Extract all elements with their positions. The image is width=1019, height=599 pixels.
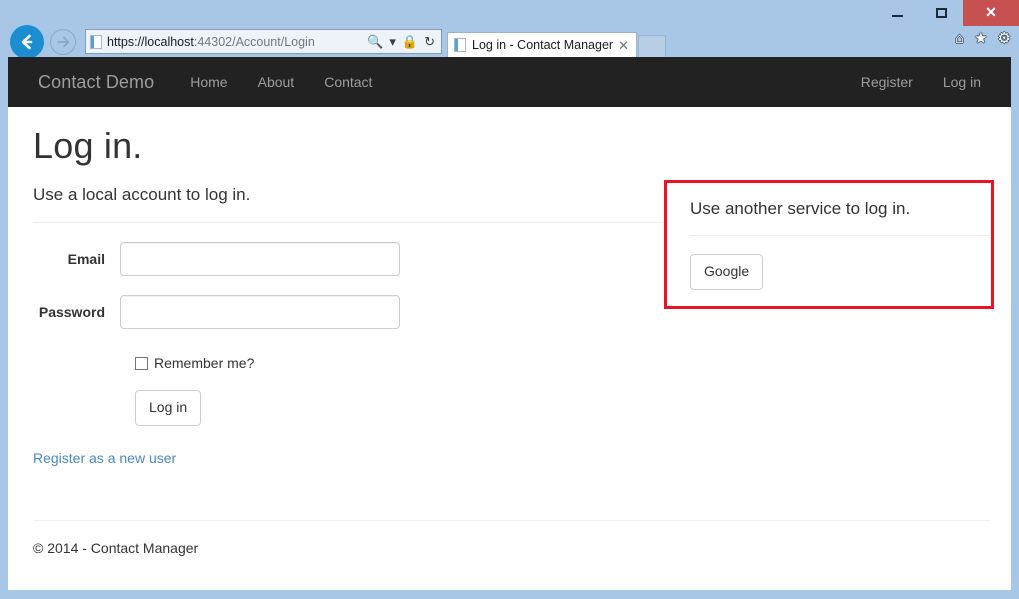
minimize-button[interactable]	[875, 0, 919, 26]
title-bar: ✕	[0, 0, 1019, 26]
page-footer: © 2014 - Contact Manager	[8, 521, 1011, 556]
tab-strip: Log in - Contact Manager ✕	[447, 29, 666, 57]
page-viewport: Contact Demo Home About Contact Register…	[8, 57, 1011, 590]
footer-spacer	[33, 468, 991, 520]
maximize-button[interactable]	[919, 0, 963, 26]
favorites-star-icon[interactable]: ★	[974, 31, 987, 46]
browser-toolbar-icons: ⌂ ★ ⚙	[955, 31, 1011, 46]
site-nav-right-links: Register Log in	[846, 57, 996, 107]
settings-gear-icon[interactable]: ⚙	[998, 31, 1011, 46]
lock-icon[interactable]: 🔒	[402, 35, 418, 48]
register-new-user-link[interactable]: Register as a new user	[33, 450, 176, 466]
page-container: Log in. Use a local account to log in. E…	[8, 125, 1011, 520]
login-submit-button[interactable]: Log in	[135, 390, 202, 426]
nav-link-register[interactable]: Register	[846, 57, 928, 107]
address-bar-icons: 🔍 ▾ 🔒 ↻	[367, 35, 441, 48]
local-login-divider	[33, 222, 665, 223]
url-host: https://localhost	[107, 34, 194, 49]
address-bar[interactable]: https://localhost:44302/Account/Login 🔍 …	[85, 29, 442, 54]
password-label: Password	[38, 304, 105, 320]
back-arrow-icon	[21, 34, 33, 50]
close-icon: ✕	[985, 4, 997, 20]
home-icon[interactable]: ⌂	[955, 31, 964, 46]
site-brand[interactable]: Contact Demo	[23, 72, 169, 93]
nav-link-home[interactable]: Home	[175, 57, 242, 107]
forward-button[interactable]	[50, 29, 76, 55]
login-row: Use a local account to log in. Email Pas…	[33, 180, 994, 468]
external-provider-row: Google	[690, 254, 1006, 290]
url-path: :44302/Account/Login	[193, 34, 315, 49]
external-login-heading: Use another service to log in.	[690, 199, 911, 218]
page-favicon-icon	[90, 34, 102, 49]
google-login-button[interactable]: Google	[690, 254, 764, 290]
browser-chrome: https://localhost:44302/Account/Login 🔍 …	[0, 25, 1019, 59]
tab-title: Log in - Contact Manager	[472, 38, 614, 52]
tab-favicon-icon	[454, 38, 466, 52]
password-field[interactable]	[120, 295, 400, 329]
local-login-heading: Use a local account to log in.	[33, 185, 251, 204]
footer-copyright: © 2014 - Contact Manager	[33, 539, 199, 556]
window-controls: ✕	[875, 0, 1019, 26]
site-nav-links: Home About Contact	[175, 57, 387, 107]
refresh-icon[interactable]: ↻	[424, 35, 435, 48]
url-text: https://localhost:44302/Account/Login	[107, 35, 367, 49]
new-tab-button[interactable]	[638, 35, 666, 57]
tab-close-icon[interactable]: ✕	[615, 39, 632, 52]
tab-login-contact-manager[interactable]: Log in - Contact Manager ✕	[447, 32, 637, 57]
email-form-group: Email	[33, 242, 665, 276]
remember-me-row: Remember me?	[135, 355, 665, 371]
external-login-column: Use another service to log in. Google	[664, 180, 1006, 468]
site-navbar: Contact Demo Home About Contact Register…	[8, 57, 1011, 107]
password-form-group: Password	[33, 295, 665, 329]
nav-link-login[interactable]: Log in	[928, 57, 996, 107]
nav-link-contact[interactable]: Contact	[309, 57, 387, 107]
email-label: Email	[67, 251, 105, 267]
nav-link-about[interactable]: About	[243, 57, 310, 107]
page-title: Log in.	[33, 125, 143, 166]
back-button[interactable]	[10, 25, 44, 59]
external-login-divider	[690, 235, 990, 236]
search-icon[interactable]: 🔍	[367, 35, 383, 48]
remember-me-checkbox[interactable]	[135, 356, 148, 370]
external-login-panel: Use another service to log in. Google	[676, 185, 1006, 290]
email-field[interactable]	[120, 242, 400, 276]
close-button[interactable]: ✕	[963, 0, 1019, 26]
forward-arrow-icon	[57, 36, 70, 48]
browser-window: ✕ https://localhost:44302/Account/Login …	[0, 0, 1019, 599]
login-button-row: Log in	[135, 390, 665, 426]
chevron-down-icon[interactable]: ▾	[389, 35, 396, 48]
local-login-column: Use a local account to log in. Email Pas…	[33, 185, 665, 468]
remember-me-label: Remember me?	[154, 355, 255, 371]
